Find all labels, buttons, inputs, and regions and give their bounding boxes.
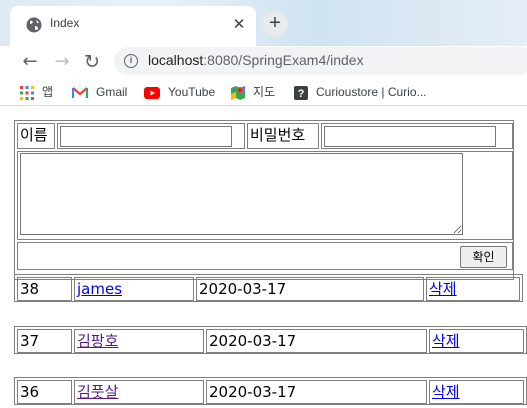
delete-link[interactable]: 삭제 [432, 332, 460, 350]
entry-id: 38 [17, 277, 72, 301]
tab-index[interactable]: Index ✕ [10, 6, 256, 46]
entry-name-cell: 김풋살 [74, 380, 204, 404]
bookmark-label: 지도 [253, 85, 276, 99]
entry-id: 36 [17, 380, 72, 404]
entry-name-link[interactable]: 김풋살 [77, 383, 118, 401]
delete-link[interactable]: 삭제 [432, 383, 460, 401]
delete-link[interactable]: 삭제 [429, 280, 457, 298]
forward-button[interactable]: → [50, 50, 74, 74]
entry-date: 2020-03-17 [196, 277, 424, 301]
youtube-icon [144, 86, 160, 99]
page-content: 이름 비밀번호 확인 38 james 2020-03-17 삭제 37 김팡호… [0, 107, 527, 408]
entry-row: 37 김팡호 2020-03-17 삭제 [14, 326, 527, 354]
bookmark-youtube[interactable]: YouTube [144, 83, 215, 101]
reload-button[interactable]: ↻ [80, 50, 104, 74]
url-path: :8080/SpringExam4/index [203, 52, 364, 68]
info-icon[interactable]: i [124, 54, 138, 68]
submit-button[interactable]: 확인 [460, 246, 507, 268]
content-cell [17, 151, 513, 240]
password-input[interactable] [324, 126, 496, 147]
entry-date: 2020-03-17 [206, 380, 427, 404]
new-tab-button[interactable]: + [262, 11, 288, 37]
content-textarea[interactable] [20, 153, 463, 235]
apps-grid-icon [20, 85, 34, 100]
tab-title: Index [50, 16, 80, 30]
curioustore-icon: ? [294, 85, 308, 100]
address-bar[interactable]: i localhost:8080/SpringExam4/index [114, 47, 527, 75]
url-host: localhost [148, 52, 204, 68]
entry-name-cell: 김팡호 [74, 329, 204, 353]
tab-strip: Index ✕ + [0, 0, 527, 46]
entry-row: 36 김풋살 2020-03-17 삭제 [14, 377, 527, 405]
name-cell [57, 123, 245, 149]
password-label: 비밀번호 [247, 123, 319, 149]
entry-name-link[interactable]: 김팡호 [77, 332, 118, 350]
bookmark-gmail[interactable]: Gmail [72, 83, 127, 101]
maps-icon [231, 85, 245, 100]
svg-text:?: ? [298, 88, 305, 100]
entry-delete-cell: 삭제 [429, 380, 524, 404]
bookmark-label: Gmail [96, 85, 128, 99]
globe-icon [26, 17, 42, 33]
entry-id: 37 [17, 329, 72, 353]
close-tab-icon[interactable]: ✕ [230, 15, 248, 33]
entry-delete-cell: 삭제 [426, 277, 520, 301]
name-input[interactable] [60, 126, 232, 147]
entry-name-cell: james [74, 277, 194, 301]
browser-toolbar: ← → ↻ i localhost:8080/SpringExam4/index [0, 46, 527, 78]
entry-row: 38 james 2020-03-17 삭제 [14, 274, 523, 302]
guestbook-form: 이름 비밀번호 확인 [14, 120, 514, 280]
entry-name-link[interactable]: james [77, 280, 122, 298]
entry-delete-cell: 삭제 [429, 329, 524, 353]
back-button[interactable]: ← [18, 50, 42, 74]
name-label: 이름 [17, 123, 55, 149]
bookmarks-bar: 앱 Gmail YouTube 지도 ? Curioustore | Curio… [0, 78, 527, 106]
bookmark-label: YouTube [168, 85, 216, 99]
url-text[interactable]: localhost:8080/SpringExam4/index [148, 52, 364, 68]
submit-cell: 확인 [17, 242, 513, 270]
bookmark-maps[interactable]: 지도 [231, 83, 275, 101]
bookmark-curioustore[interactable]: ? Curioustore | Curio... [294, 83, 427, 101]
password-cell [321, 123, 513, 149]
bookmark-label: 앱 [42, 85, 54, 99]
bookmark-label: Curioustore | Curio... [316, 85, 427, 99]
gmail-icon [72, 86, 88, 98]
bookmark-apps[interactable]: 앱 [20, 83, 53, 101]
entry-date: 2020-03-17 [206, 329, 427, 353]
